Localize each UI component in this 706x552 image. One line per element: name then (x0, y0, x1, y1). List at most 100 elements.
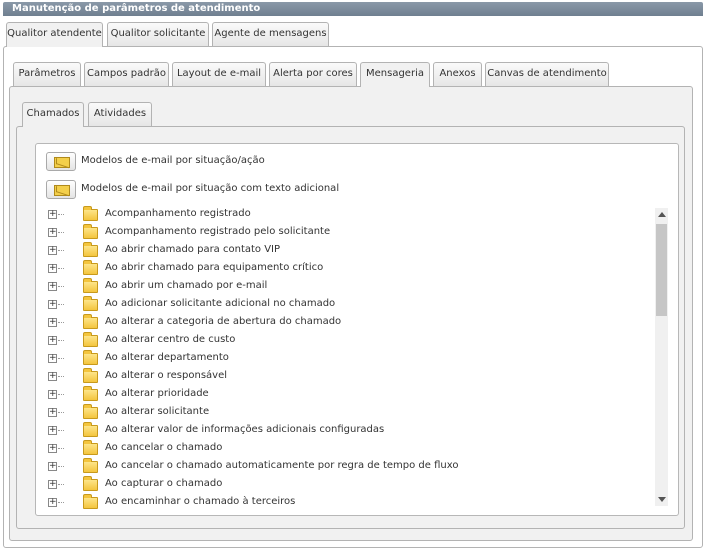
folder-icon (83, 278, 98, 293)
expand-plus-icon[interactable]: + (48, 246, 57, 255)
scroll-down-arrow-icon[interactable] (658, 497, 666, 502)
expand-plus-icon[interactable]: + (48, 264, 57, 273)
tree-connector-line (58, 232, 64, 233)
tree-row[interactable]: + Ao adicionar solicitante adicional no c… (36, 296, 654, 314)
tree-connector-line (58, 214, 64, 215)
envelope-icon (54, 157, 70, 168)
tree-connector-line (58, 448, 64, 449)
expand-plus-icon[interactable]: + (48, 390, 57, 399)
expand-plus-icon[interactable]: + (48, 462, 57, 471)
tab-layout-email[interactable]: Layout de e-mail (172, 62, 266, 86)
tree-row-label[interactable]: Ao alterar solicitante (105, 406, 209, 417)
window-title: Manutenção de parâmetros de atendimento (3, 2, 703, 16)
folder-icon (83, 260, 98, 275)
folder-icon (83, 422, 98, 437)
tree-row[interactable]: + Acompanhamento registrado pelo solicita… (36, 224, 654, 242)
tree-row-label[interactable]: Ao alterar o responsável (105, 370, 227, 381)
email-models-action-label[interactable]: Modelos de e-mail por situação/ação (81, 155, 265, 166)
expand-plus-icon[interactable]: + (48, 372, 57, 381)
tab-anexos[interactable]: Anexos (433, 62, 482, 86)
email-models-additional-text-button[interactable] (46, 180, 76, 199)
expand-plus-icon[interactable]: + (48, 354, 57, 363)
tree-connector-line (58, 502, 64, 503)
folder-icon (83, 368, 98, 383)
expand-plus-icon[interactable]: + (48, 228, 57, 237)
tree-scrollbar[interactable] (655, 208, 668, 506)
folder-icon (83, 350, 98, 365)
tab-qualitor-solicitante[interactable]: Qualitor solicitante (107, 22, 209, 46)
tree-row-label[interactable]: Ao cancelar o chamado automaticamente po… (105, 460, 458, 471)
tree-row[interactable]: + Ao alterar solicitante (36, 404, 654, 422)
email-models-action-button[interactable] (46, 152, 76, 171)
expand-plus-icon[interactable]: + (48, 300, 57, 309)
folder-icon (83, 404, 98, 419)
folder-icon (83, 494, 98, 509)
expand-plus-icon[interactable]: + (48, 408, 57, 417)
tree-connector-line (58, 466, 64, 467)
tree-row-label[interactable]: Ao alterar a categoria de abertura do ch… (105, 316, 341, 327)
folder-icon (83, 332, 98, 347)
tab-qualitor-atendente[interactable]: Qualitor atendente (6, 22, 103, 47)
tree-row-label[interactable]: Ao capturar o chamado (105, 478, 222, 489)
tree-row[interactable]: + Acompanhamento registrado (36, 206, 654, 224)
tree-row[interactable]: + Ao alterar departamento (36, 350, 654, 368)
tree-row-label[interactable]: Ao abrir chamado para contato VIP (105, 244, 280, 255)
tab-canvas-atendimento[interactable]: Canvas de atendimento (485, 62, 609, 86)
folder-icon (83, 296, 98, 311)
tree-row-label[interactable]: Acompanhamento registrado (105, 208, 251, 219)
tree-connector-line (58, 394, 64, 395)
tree-connector-line (58, 412, 64, 413)
expand-plus-icon[interactable]: + (48, 480, 57, 489)
tree-connector-line (58, 340, 64, 341)
tab-mensageria[interactable]: Mensageria (360, 62, 430, 87)
tree-connector-line (58, 322, 64, 323)
tree-row[interactable]: + Ao abrir chamado para contato VIP (36, 242, 654, 260)
tab-campos-padrao[interactable]: Campos padrão (84, 62, 169, 86)
folder-icon (83, 440, 98, 455)
expand-plus-icon[interactable]: + (48, 426, 57, 435)
folder-icon (83, 314, 98, 329)
tree-row[interactable]: + Ao alterar valor de informações adicion… (36, 422, 654, 440)
tab-chamados[interactable]: Chamados (22, 102, 84, 127)
expand-plus-icon[interactable]: + (48, 282, 57, 291)
expand-plus-icon[interactable]: + (48, 210, 57, 219)
tree-row[interactable]: + Ao alterar a categoria de abertura do c… (36, 314, 654, 332)
tree-row[interactable]: + Ao abrir um chamado por e-mail (36, 278, 654, 296)
tab-alerta-cores[interactable]: Alerta por cores (269, 62, 357, 86)
tree-row-label[interactable]: Ao alterar centro de custo (105, 334, 235, 345)
expand-plus-icon[interactable]: + (48, 444, 57, 453)
tree-row[interactable]: + Ao alterar centro de custo (36, 332, 654, 350)
tree-connector-line (58, 484, 64, 485)
tab-agente-mensagens[interactable]: Agente de mensagens (212, 22, 329, 46)
tree-row-label[interactable]: Ao adicionar solicitante adicional no ch… (105, 298, 335, 309)
expand-plus-icon[interactable]: + (48, 336, 57, 345)
tree-row[interactable]: + Ao cancelar o chamado (36, 440, 654, 458)
tree-row-label[interactable]: Ao alterar valor de informações adiciona… (105, 424, 384, 435)
tree-row[interactable]: + Ao cancelar o chamado automaticamente p… (36, 458, 654, 476)
tree-row[interactable]: + Ao encaminhar o chamado à terceiros (36, 494, 654, 510)
tree-row-label[interactable]: Ao abrir chamado para equipamento crític… (105, 262, 323, 273)
expand-plus-icon[interactable]: + (48, 498, 57, 507)
folder-icon (83, 242, 98, 257)
tab-parametros[interactable]: Parâmetros (13, 62, 81, 86)
tree-row[interactable]: + Ao capturar o chamado (36, 476, 654, 494)
tree-row-label[interactable]: Ao cancelar o chamado (105, 442, 222, 453)
tree-row[interactable]: + Ao alterar o responsável (36, 368, 654, 386)
tree-connector-line (58, 358, 64, 359)
tree-connector-line (58, 304, 64, 305)
scroll-thumb[interactable] (656, 224, 667, 316)
tree-row-label[interactable]: Ao alterar departamento (105, 352, 229, 363)
tree-row-label[interactable]: Ao encaminhar o chamado à terceiros (105, 496, 295, 507)
email-models-additional-text-label[interactable]: Modelos de e-mail por situação com texto… (81, 183, 339, 194)
folder-icon (83, 476, 98, 491)
tree-row-label[interactable]: Ao abrir um chamado por e-mail (105, 280, 267, 291)
tree-row-label[interactable]: Ao alterar prioridade (105, 388, 209, 399)
tree-row[interactable]: + Ao alterar prioridade (36, 386, 654, 404)
folder-icon (83, 206, 98, 221)
tree-row-label[interactable]: Acompanhamento registrado pelo solicitan… (105, 226, 330, 237)
scroll-up-arrow-icon[interactable] (658, 212, 666, 217)
expand-plus-icon[interactable]: + (48, 318, 57, 327)
tree-row[interactable]: + Ao abrir chamado para equipamento críti… (36, 260, 654, 278)
tab-atividades[interactable]: Atividades (88, 102, 152, 126)
tree-connector-line (58, 430, 64, 431)
